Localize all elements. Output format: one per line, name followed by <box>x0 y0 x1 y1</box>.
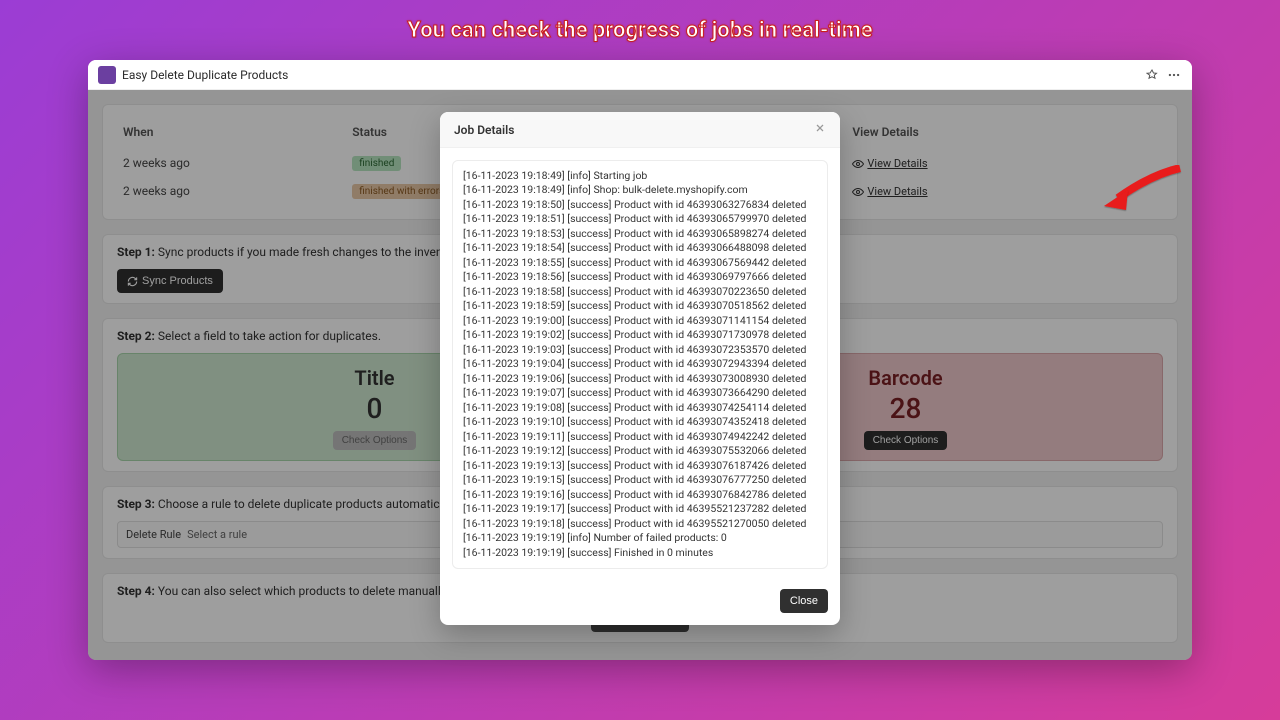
log-line: [16-11-2023 19:18:49] [info] Starting jo… <box>463 169 817 183</box>
log-line: [16-11-2023 19:19:02] [success] Product … <box>463 328 817 342</box>
log-line: [16-11-2023 19:18:50] [success] Product … <box>463 198 817 212</box>
log-line: [16-11-2023 19:18:51] [success] Product … <box>463 212 817 226</box>
more-icon[interactable] <box>1166 67 1182 83</box>
log-line: [16-11-2023 19:19:00] [success] Product … <box>463 314 817 328</box>
log-line: [16-11-2023 19:19:18] [success] Product … <box>463 517 817 531</box>
log-line: [16-11-2023 19:18:56] [success] Product … <box>463 270 817 284</box>
modal-title: Job Details <box>454 123 514 137</box>
job-details-modal: Job Details [16-11-2023 19:18:49] [info]… <box>440 112 840 625</box>
log-line: [16-11-2023 19:19:15] [success] Product … <box>463 473 817 487</box>
log-line: [16-11-2023 19:18:49] [info] Shop: bulk-… <box>463 183 817 197</box>
hero-caption: You can check the progress of jobs in re… <box>407 18 872 43</box>
log-line: [16-11-2023 19:19:08] [success] Product … <box>463 401 817 415</box>
app-icon <box>98 66 116 84</box>
log-line: [16-11-2023 19:19:06] [success] Product … <box>463 372 817 386</box>
log-line: [16-11-2023 19:19:13] [success] Product … <box>463 459 817 473</box>
close-button[interactable]: Close <box>780 589 828 613</box>
log-line: [16-11-2023 19:18:54] [success] Product … <box>463 241 817 255</box>
log-output: [16-11-2023 19:18:49] [info] Starting jo… <box>452 160 828 569</box>
pin-icon[interactable] <box>1144 67 1160 83</box>
log-line: [16-11-2023 19:19:03] [success] Product … <box>463 343 817 357</box>
log-line: [16-11-2023 19:18:55] [success] Product … <box>463 256 817 270</box>
log-line: [16-11-2023 19:19:19] [info] Number of f… <box>463 531 817 545</box>
log-line: [16-11-2023 19:19:10] [success] Product … <box>463 415 817 429</box>
log-line: [16-11-2023 19:18:59] [success] Product … <box>463 299 817 313</box>
log-line: [16-11-2023 19:19:04] [success] Product … <box>463 357 817 371</box>
log-line: [16-11-2023 19:19:07] [success] Product … <box>463 386 817 400</box>
close-icon[interactable] <box>814 122 826 137</box>
titlebar: Easy Delete Duplicate Products <box>88 60 1192 90</box>
log-line: [16-11-2023 19:19:16] [success] Product … <box>463 488 817 502</box>
app-title: Easy Delete Duplicate Products <box>122 68 288 82</box>
log-line: [16-11-2023 19:19:12] [success] Product … <box>463 444 817 458</box>
log-line: [16-11-2023 19:18:53] [success] Product … <box>463 227 817 241</box>
log-line: [16-11-2023 19:19:17] [success] Product … <box>463 502 817 516</box>
log-line: [16-11-2023 19:19:19] [success] Finished… <box>463 546 817 560</box>
log-line: [16-11-2023 19:18:58] [success] Product … <box>463 285 817 299</box>
log-line: [16-11-2023 19:19:11] [success] Product … <box>463 430 817 444</box>
